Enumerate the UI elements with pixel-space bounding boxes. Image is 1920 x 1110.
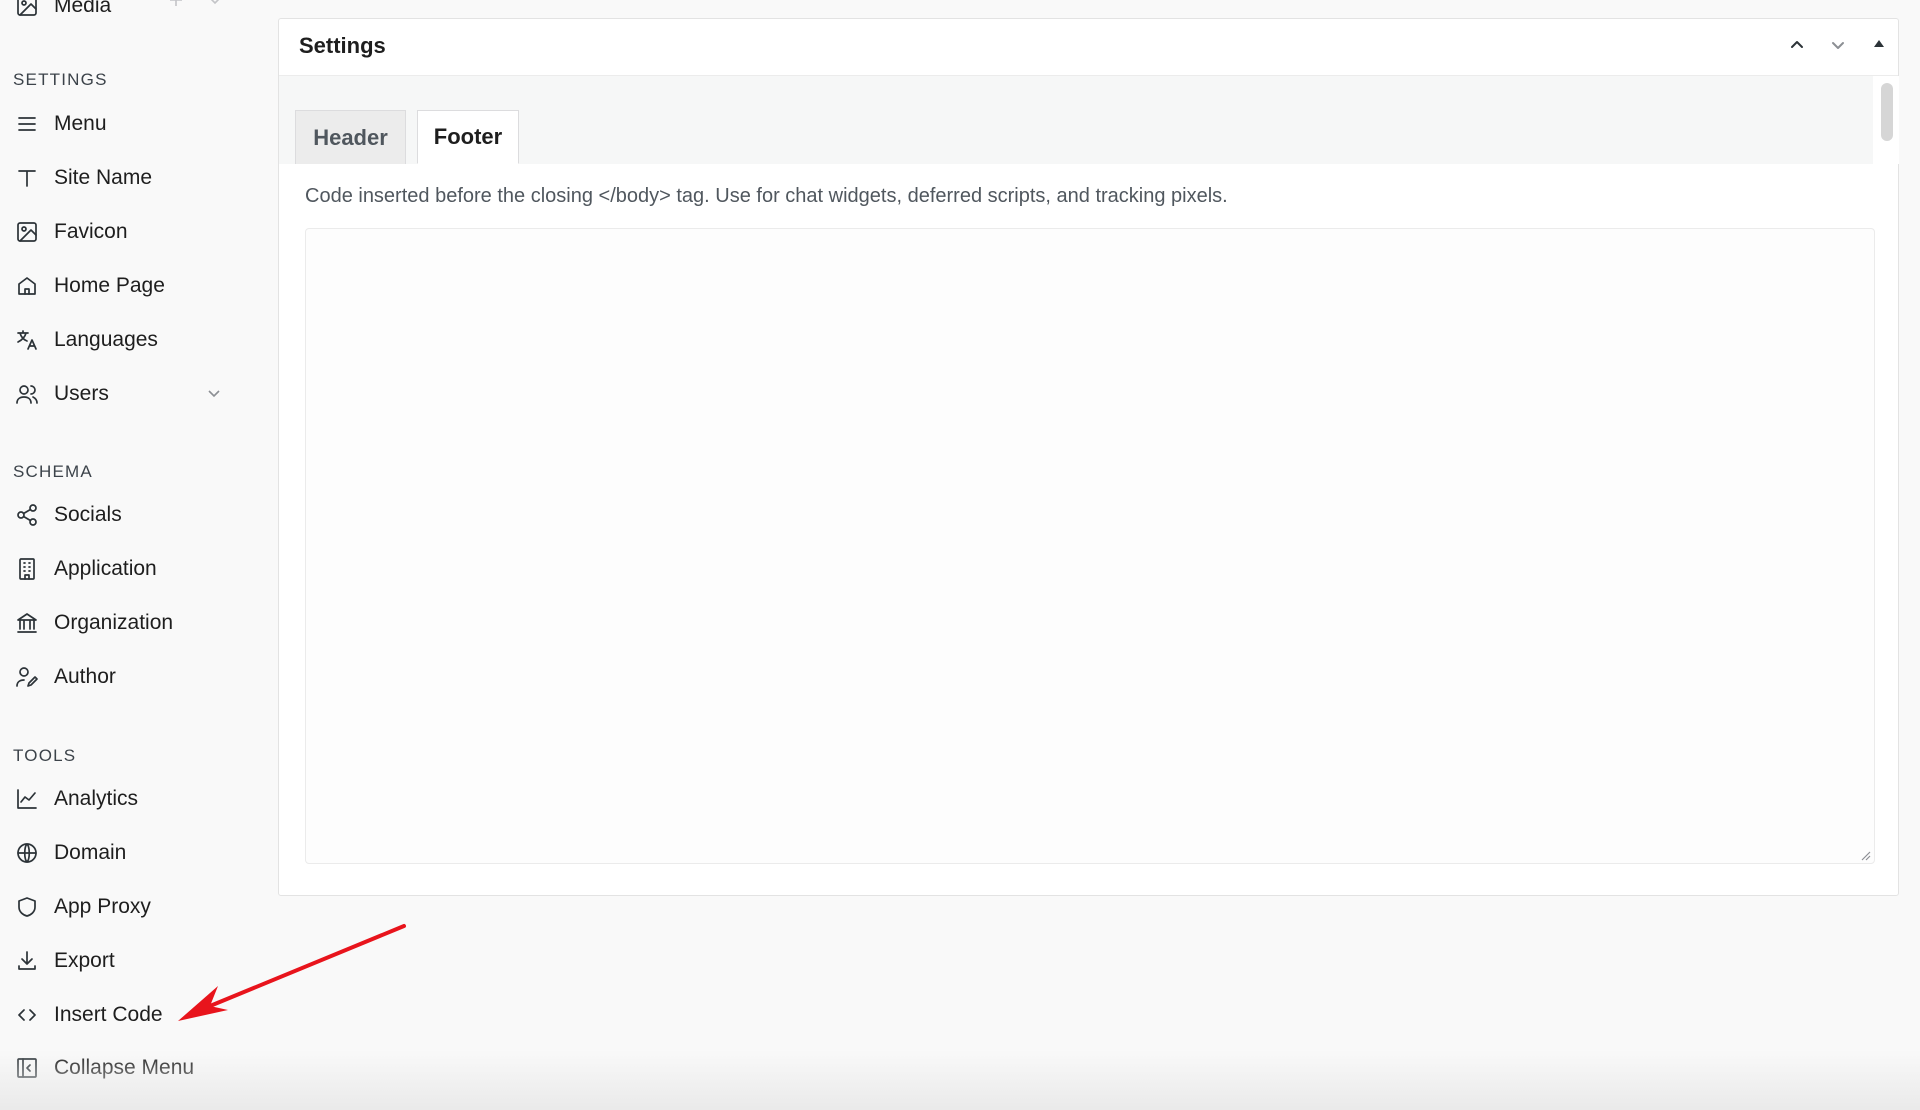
sidebar-item-label: Site Name — [54, 166, 153, 189]
sidebar-item-domain[interactable]: Domain — [0, 831, 240, 875]
sidebar-item-label: Home Page — [54, 274, 165, 297]
sidebar-item-label: Domain — [54, 841, 127, 864]
annotation-arrow — [178, 924, 406, 1021]
sidebar-item-label: Favicon — [54, 220, 128, 243]
sidebar-item-label: Organization — [54, 611, 174, 634]
panel-title: Settings — [299, 33, 386, 58]
sidebar-item-socials[interactable]: Socials — [0, 493, 240, 537]
sidebar-item-favicon[interactable]: Favicon — [0, 210, 240, 254]
toggle-panel-button[interactable] — [1865, 33, 1893, 61]
resize-handle-icon[interactable] — [1859, 848, 1871, 861]
chart-line-icon — [14, 786, 40, 812]
tab-header[interactable]: Header — [295, 110, 406, 164]
chevron-down-icon — [1829, 36, 1847, 59]
move-down-button[interactable] — [1824, 33, 1852, 61]
sidebar-item-label: Languages — [54, 328, 158, 351]
panel-header: Settings — [279, 19, 1898, 76]
sidebar-item-users[interactable]: Users — [0, 372, 240, 416]
footer-code-textarea[interactable] — [305, 228, 1875, 864]
chevron-down-icon[interactable] — [207, 0, 223, 13]
shield-icon — [14, 894, 40, 920]
sidebar-item-label: Menu — [54, 112, 107, 135]
institution-icon — [14, 610, 40, 636]
type-icon — [14, 165, 40, 191]
chevron-up-icon — [1788, 36, 1806, 59]
sidebar-item-menu[interactable]: Menu — [0, 102, 240, 146]
users-icon — [14, 381, 40, 407]
section-title-settings: Settings — [13, 70, 108, 89]
sidebar-item-analytics[interactable]: Analytics — [0, 777, 240, 821]
code-icon — [14, 1002, 40, 1028]
sidebar-item-label: Application — [54, 557, 157, 580]
sidebar-item-organization[interactable]: Organization — [0, 601, 240, 645]
move-up-button[interactable] — [1783, 33, 1811, 61]
translate-icon — [14, 327, 40, 353]
home-icon — [14, 273, 40, 299]
sidebar-item-application[interactable]: Application — [0, 547, 240, 591]
sidebar-item-home-page[interactable]: Home Page — [0, 264, 240, 308]
sidebar-item-label: Export — [54, 949, 115, 972]
section-title-tools: Tools — [13, 746, 77, 765]
sidebar-item-label: Users — [54, 382, 109, 405]
sidebar-item-label: Analytics — [54, 787, 139, 810]
sidebar-item-collapse-menu[interactable]: Collapse Menu — [0, 1046, 240, 1090]
tab-footer[interactable]: Footer — [417, 110, 519, 164]
user-pen-icon — [14, 664, 40, 690]
download-icon — [14, 948, 40, 974]
sidebar-item-author[interactable]: Author — [0, 655, 240, 699]
triangle-up-icon — [1870, 36, 1888, 59]
sidebar-item-site-name[interactable]: Site Name — [0, 156, 240, 200]
plus-icon[interactable] — [168, 0, 184, 13]
share-icon — [14, 502, 40, 528]
sidebar-item-label: Insert Code — [54, 1003, 163, 1026]
collapse-icon — [14, 1055, 40, 1081]
settings-panel: Settings Header Footer Code inserted bef… — [278, 18, 1899, 896]
bottom-shadow — [0, 1050, 1920, 1110]
image-icon — [14, 219, 40, 245]
sidebar-item-label: Author — [54, 665, 116, 688]
globe-icon — [14, 840, 40, 866]
chevron-down-icon[interactable] — [206, 385, 224, 403]
app-root: Media Settings Menu Site Name — [0, 0, 1920, 1110]
sidebar-item-label: Media — [54, 0, 112, 17]
scrollbar-thumb[interactable] — [1881, 83, 1893, 141]
sidebar-item-label: Socials — [54, 503, 122, 526]
sidebar-item-label: Collapse Menu — [54, 1056, 195, 1079]
footer-code-description: Code inserted before the closing </body>… — [305, 185, 1228, 207]
sidebar-item-media[interactable]: Media — [0, 0, 240, 28]
sidebar-item-label: App Proxy — [54, 895, 151, 918]
building-icon — [14, 556, 40, 582]
image-icon — [14, 0, 40, 19]
tab-bar: Header Footer — [279, 76, 1873, 164]
menu-icon — [14, 111, 40, 137]
sidebar-item-languages[interactable]: Languages — [0, 318, 240, 362]
section-title-schema: Schema — [13, 462, 93, 481]
